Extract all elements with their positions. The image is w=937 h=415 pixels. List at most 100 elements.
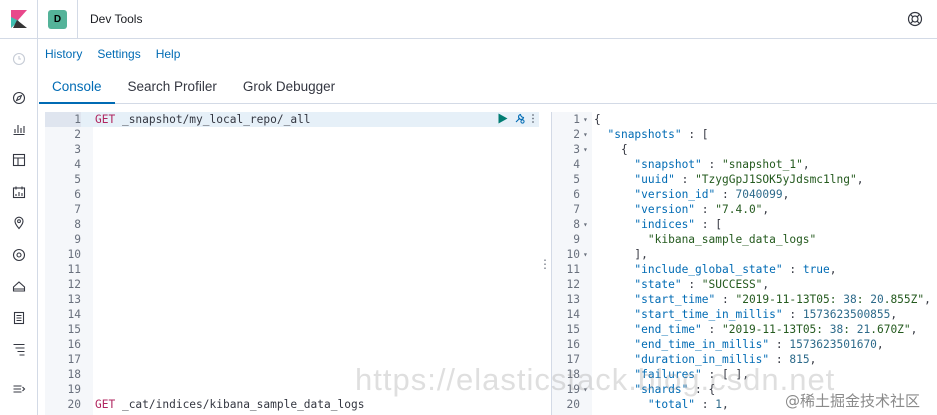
response-line: 2 ▾ "snapshots" : [ [552,127,937,142]
request-line: 13 [45,292,539,307]
history-link[interactable]: History [45,47,82,61]
request-line: 15 [45,322,539,337]
side-navigation [0,39,38,415]
tab-grok-debugger[interactable]: Grok Debugger [230,74,348,104]
line-number: 8 [573,218,580,231]
response-code: "snapshots" : [ [607,128,709,141]
response-code: "end_time" : "2019-11-13T05: 38: 21.670Z… [634,323,918,336]
infrastructure-icon[interactable] [11,278,27,294]
request-line: 10 [45,247,539,262]
line-number: 19 [566,383,580,396]
response-code: "include_global_state" : true, [634,263,837,276]
request-line: 12 [45,277,539,292]
line-number: 17 [67,353,81,366]
response-code: "snapshot" : "snapshot_1", [634,158,810,171]
visualize-icon[interactable] [11,121,27,137]
play-icon[interactable] [497,113,508,124]
more-vertical-icon[interactable] [531,113,535,124]
http-method: GET [95,113,116,126]
response-code: "uuid" : "TzygGpJ1SOK5yJdsmc1lng", [634,173,864,186]
response-line: 7 "version" : "7.4.0", [552,202,937,217]
response-line: 14 "start_time_in_millis" : 157362350085… [552,307,937,322]
response-code: "end_time_in_millis" : 1573623501670, [634,338,884,351]
response-code: "indices" : [ [634,218,722,231]
response-line: 3 ▾ { [552,142,937,157]
space-selector[interactable]: D [38,0,78,39]
response-code: ], [594,248,648,261]
fold-toggle-icon[interactable]: ▾ [583,127,588,142]
maps-icon[interactable] [11,215,27,231]
request-line: 6 [45,187,539,202]
fold-toggle-icon[interactable]: ▾ [583,247,588,262]
response-code: "version_id" : 7040099, [634,188,790,201]
response-line: 10 ▾ ], [552,247,937,262]
response-line: 19 ▾ "shards" : { [552,382,937,397]
response-line: 11 "include_global_state" : true, [552,262,937,277]
line-number: 13 [566,293,580,306]
response-lines: 1 ▾{2 ▾ "snapshots" : [3 ▾ {4 "snapshot" : … [552,112,937,412]
app-title: Dev Tools [90,12,143,26]
line-number: 5 [74,173,81,186]
request-line: 18 [45,367,539,382]
response-code: { [594,143,628,156]
kibana-logo[interactable] [0,0,38,39]
space-avatar: D [48,9,67,29]
request-code: GET _cat/indices/kibana_sample_data_logs [95,397,364,412]
line-number: 11 [566,263,580,276]
response-line: 5 "uuid" : "TzygGpJ1SOK5yJdsmc1lng", [552,172,937,187]
request-line: 17 [45,352,539,367]
dashboard-icon[interactable] [11,152,27,168]
request-editor[interactable]: 1 GET _snapshot/my_local_repo/_all 2 3 4 5 6 7 8… [45,112,539,415]
request-line: 20 GET _cat/indices/kibana_sample_data_lo… [45,397,539,412]
line-number: 18 [67,368,81,381]
response-line: 15 "end_time" : "2019-11-13T05: 38: 21.6… [552,322,937,337]
request-line: 16 [45,337,539,352]
response-editor: 1 ▾{2 ▾ "snapshots" : [3 ▾ {4 "snapshot" : … [551,112,937,415]
response-line: 8 ▾ "indices" : [ [552,217,937,232]
machine-learning-icon[interactable] [11,247,27,263]
tab-console[interactable]: Console [39,74,115,104]
fold-toggle-icon[interactable]: ▾ [583,382,588,397]
devtools-menu: History Settings Help [45,47,180,61]
discover-icon[interactable] [11,90,27,106]
fold-toggle-icon[interactable]: ▾ [583,217,588,232]
line-number: 6 [573,188,580,201]
help-menu-icon[interactable] [907,11,923,27]
request-lines: 1 GET _snapshot/my_local_repo/_all 2 3 4 5 6 7 8… [45,112,539,412]
editor-resizer[interactable]: ⋮ [539,112,551,415]
line-number: 1 [45,112,81,127]
line-number: 12 [67,278,81,291]
request-code: GET _snapshot/my_local_repo/_all [95,112,311,127]
apm-icon[interactable] [11,341,27,357]
canvas-icon[interactable] [11,184,27,200]
help-link[interactable]: Help [156,47,181,61]
wrench-icon[interactable] [514,113,525,124]
line-number: 7 [74,203,81,216]
request-line: 7 [45,202,539,217]
response-code: "kibana_sample_data_logs" [647,233,817,246]
tab-search-profiler[interactable]: Search Profiler [115,74,230,104]
response-line: 18 "failures" : [ ], [552,367,937,382]
response-line: 17 "duration_in_millis" : 815, [552,352,937,367]
fold-toggle-icon[interactable]: ▾ [583,112,588,127]
line-number: 5 [573,173,580,186]
logs-icon[interactable] [11,310,27,326]
collapse-nav-icon[interactable] [11,381,27,397]
response-code: { [594,113,601,126]
recently-viewed-icon[interactable] [11,51,27,67]
response-code: "total" : 1, [647,398,729,411]
line-number: 10 [67,248,81,261]
line-number: 16 [566,338,580,351]
fold-toggle-icon[interactable]: ▾ [583,142,588,157]
request-line: 8 [45,217,539,232]
line-number: 16 [67,338,81,351]
line-number: 15 [67,323,81,336]
request-line: 14 [45,307,539,322]
settings-link[interactable]: Settings [97,47,140,61]
devtools-tabs: Console Search Profiler Grok Debugger [39,74,937,104]
response-code: "failures" : [ ], [634,368,749,381]
http-method: GET [95,398,116,411]
request-actions [497,113,535,124]
line-number: 2 [74,128,81,141]
request-url: _cat/indices/kibana_sample_data_logs [115,398,365,411]
